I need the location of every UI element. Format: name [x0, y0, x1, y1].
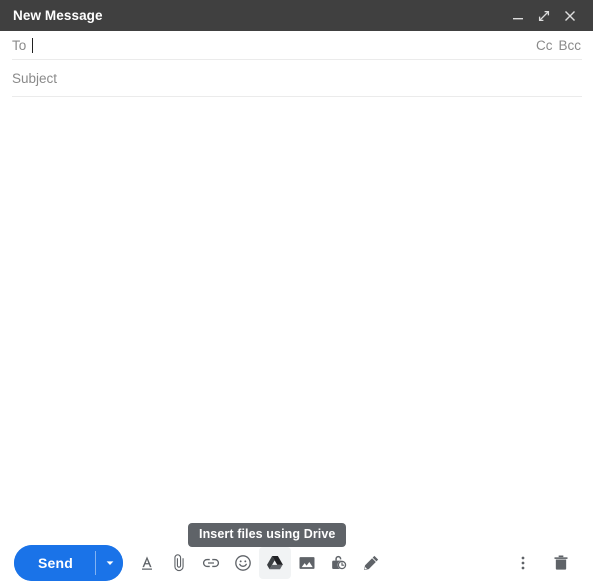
insert-link-icon	[202, 558, 220, 567]
to-field-row[interactable]: To Cc Bcc	[0, 31, 593, 60]
bcc-button[interactable]: Bcc	[558, 38, 581, 53]
to-label: To	[12, 38, 27, 53]
minimize-icon[interactable]	[505, 3, 531, 29]
attach-file-icon	[174, 553, 184, 571]
insert-drive-icon	[267, 555, 284, 569]
more-options-icon	[521, 556, 525, 569]
cc-bcc-group: Cc Bcc	[536, 38, 581, 53]
to-input[interactable]: To	[12, 31, 536, 60]
compose-window: New Message To Cc Bcc Subject Insert fil…	[0, 0, 593, 587]
formatting-tools	[131, 546, 387, 579]
formatting-options-button[interactable]	[131, 547, 163, 579]
chevron-down-icon	[106, 560, 113, 565]
insert-drive-button[interactable]	[259, 546, 292, 579]
cc-button[interactable]: Cc	[536, 38, 553, 53]
send-options-button[interactable]	[96, 544, 124, 581]
insert-signature-button[interactable]	[355, 547, 387, 579]
attach-file-button[interactable]	[163, 547, 195, 579]
discard-draft-button[interactable]	[545, 547, 577, 579]
send-button-group: Send	[14, 544, 124, 581]
subject-input[interactable]: Subject	[12, 71, 57, 86]
insert-emoji-button[interactable]	[227, 547, 259, 579]
insert-photo-button[interactable]	[291, 547, 323, 579]
subject-field-row[interactable]: Subject	[0, 60, 593, 97]
confidential-mode-button[interactable]	[323, 547, 355, 579]
discard-draft-icon	[554, 555, 568, 570]
formatting-options-icon	[142, 555, 153, 570]
confidential-mode-icon	[332, 555, 347, 569]
send-button[interactable]: Send	[14, 544, 96, 581]
more-options-button[interactable]	[507, 547, 539, 579]
toolbar-right-tools	[507, 547, 583, 579]
drive-tooltip: Insert files using Drive	[188, 523, 347, 547]
insert-link-button[interactable]	[195, 547, 227, 579]
insert-emoji-icon	[235, 554, 251, 571]
close-icon[interactable]	[557, 3, 583, 29]
text-cursor	[32, 38, 34, 53]
compose-titlebar[interactable]: New Message	[0, 0, 593, 31]
compose-title: New Message	[13, 8, 103, 23]
insert-signature-icon	[364, 555, 379, 570]
expand-icon[interactable]	[531, 3, 557, 29]
insert-photo-icon	[299, 556, 315, 569]
message-body-input[interactable]	[0, 97, 593, 538]
